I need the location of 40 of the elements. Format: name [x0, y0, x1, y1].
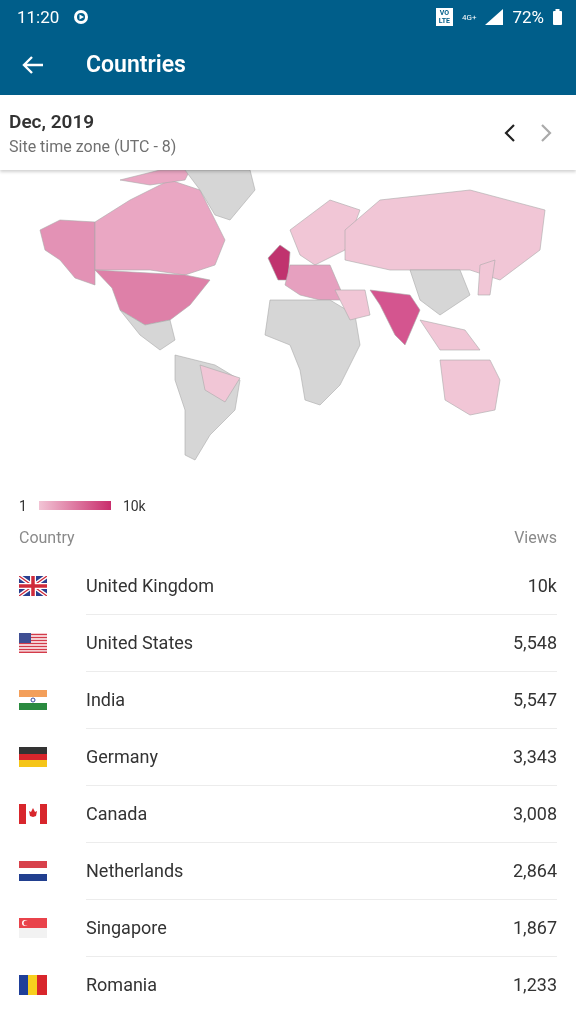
clock-time: 11:20: [17, 7, 60, 27]
flag-icon: [19, 575, 47, 596]
country-name: Singapore: [86, 917, 168, 938]
flag-icon: [19, 746, 47, 767]
views-count: 2,864: [513, 860, 557, 881]
flag-icon: [19, 860, 47, 881]
views-count: 5,547: [513, 689, 557, 710]
legend-max-label: 10k: [122, 497, 146, 514]
signal-icon: [485, 9, 504, 25]
flag-icon: [19, 917, 47, 938]
views-count: 3,343: [513, 746, 557, 767]
back-button[interactable]: [22, 54, 44, 75]
column-header: Views: [514, 527, 557, 547]
legend-min-label: 1: [19, 497, 27, 514]
chevron-left-icon: [504, 122, 516, 143]
views-count: 1,233: [513, 974, 557, 995]
network-indicator: 4G+: [461, 12, 477, 22]
views-count: 5,548: [513, 632, 557, 653]
country-name: Romania: [86, 974, 159, 995]
column-header: Country: [19, 527, 75, 547]
screen-title: Countries: [86, 51, 186, 78]
flag-icon: [19, 632, 47, 653]
country-name: United Kingdom: [86, 575, 215, 596]
period-title: Dec, 2019: [9, 109, 96, 133]
country-name: Netherlands: [86, 860, 185, 881]
flag-icon: [19, 974, 47, 995]
country-name: India: [86, 689, 127, 710]
battery-icon: [553, 9, 562, 25]
views-count: 1,867: [513, 917, 557, 938]
country-name: Canada: [86, 803, 149, 824]
battery-percent: 72%: [512, 7, 544, 27]
country-name: United States: [86, 632, 195, 653]
flag-icon: [19, 803, 47, 824]
flag-icon: [19, 689, 47, 710]
record-icon: [73, 9, 90, 25]
time-zone-label: Site time zone (UTC - 8): [9, 136, 178, 156]
country-name: Germany: [86, 746, 159, 767]
views-count: 10k: [527, 575, 557, 596]
views-count: 3,008: [513, 803, 557, 824]
chevron-right-icon: [540, 122, 552, 143]
